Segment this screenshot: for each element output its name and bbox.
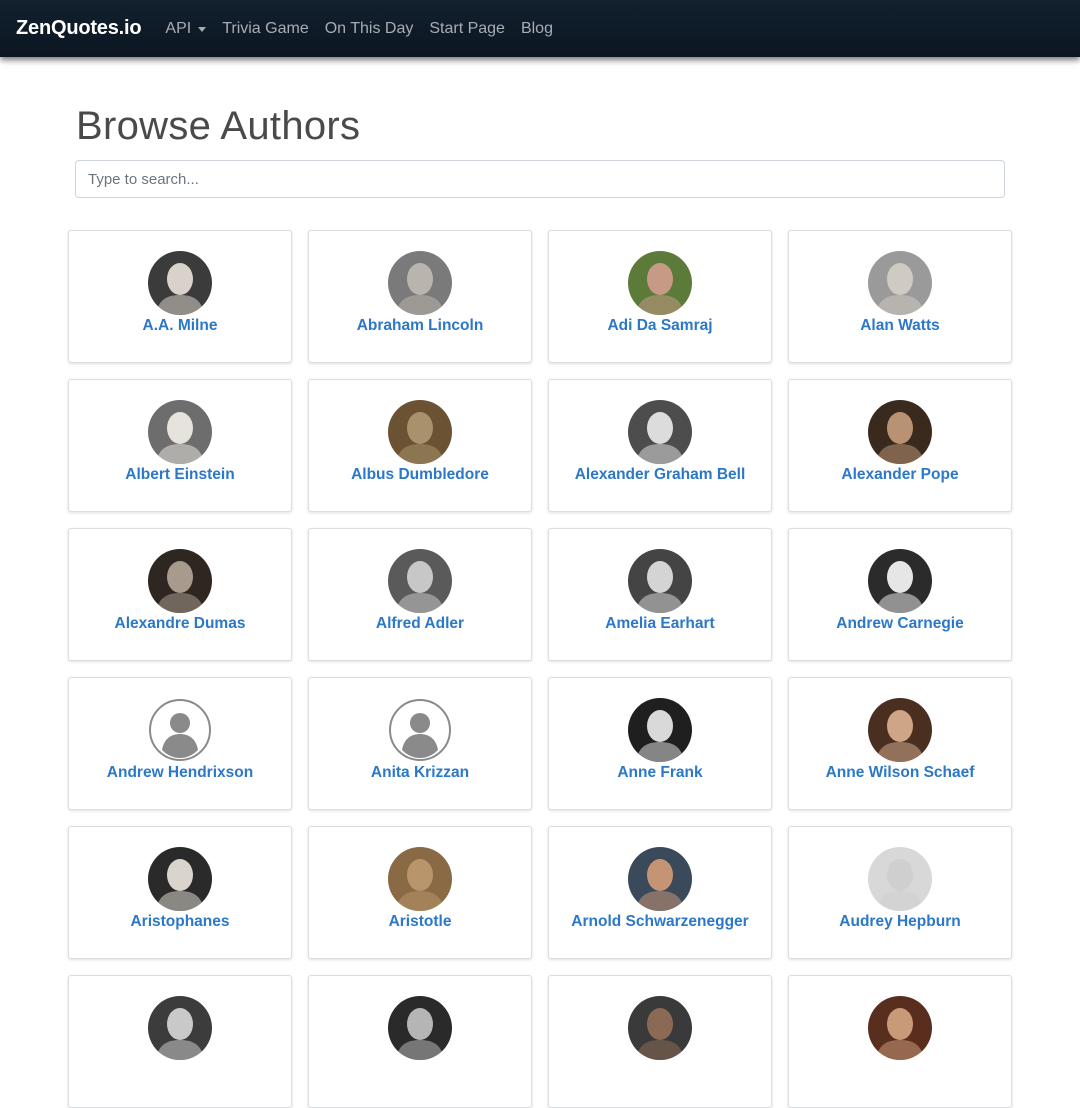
author-card[interactable]: Andrew Hendrixson xyxy=(68,677,292,810)
author-card[interactable]: Adi Da Samraj xyxy=(548,230,772,363)
author-card[interactable] xyxy=(308,975,532,1108)
author-avatar[interactable] xyxy=(868,847,932,911)
search-input[interactable] xyxy=(75,160,1005,198)
author-card[interactable]: Audrey Hepburn xyxy=(788,826,1012,959)
author-avatar[interactable] xyxy=(628,698,692,762)
author-avatar[interactable] xyxy=(388,847,452,911)
author-card[interactable]: Albert Einstein xyxy=(68,379,292,512)
author-name-link[interactable]: Alexandre Dumas xyxy=(69,615,291,633)
author-name-link[interactable]: Andrew Carnegie xyxy=(789,615,1011,633)
author-avatar[interactable] xyxy=(628,996,692,1060)
author-name-link[interactable]: Audrey Hepburn xyxy=(789,913,1011,931)
author-name-link[interactable]: Alexander Pope xyxy=(789,466,1011,484)
author-card[interactable]: Alfred Adler xyxy=(308,528,532,661)
author-avatar[interactable] xyxy=(868,251,932,315)
nav-api-dropdown[interactable]: API xyxy=(165,19,207,38)
author-avatar[interactable] xyxy=(628,847,692,911)
author-card[interactable]: Alexander Pope xyxy=(788,379,1012,512)
author-avatar[interactable] xyxy=(388,251,452,315)
author-grid: A.A. Milne Abraham Lincoln Adi Da Samraj Al… xyxy=(68,230,1012,1108)
nav-blog[interactable]: Blog xyxy=(521,20,553,38)
author-card[interactable]: Alan Watts xyxy=(788,230,1012,363)
author-name-link[interactable]: Albert Einstein xyxy=(69,466,291,484)
author-card[interactable] xyxy=(788,975,1012,1108)
top-navbar: ZenQuotes.io API Trivia Game On This Day… xyxy=(0,0,1080,57)
author-avatar[interactable] xyxy=(868,549,932,613)
author-avatar[interactable] xyxy=(868,698,932,762)
author-card[interactable]: Anne Wilson Schaef xyxy=(788,677,1012,810)
author-avatar[interactable] xyxy=(388,996,452,1060)
author-name-link[interactable]: Aristotle xyxy=(309,913,531,931)
author-name-link[interactable]: A.A. Milne xyxy=(69,317,291,335)
default-user-avatar-icon[interactable] xyxy=(388,698,452,762)
author-avatar[interactable] xyxy=(148,251,212,315)
author-avatar[interactable] xyxy=(148,996,212,1060)
author-name-link[interactable]: Alfred Adler xyxy=(309,615,531,633)
author-card[interactable]: Arnold Schwarzenegger xyxy=(548,826,772,959)
author-name-link[interactable]: Andrew Hendrixson xyxy=(69,764,291,782)
author-card[interactable]: Andrew Carnegie xyxy=(788,528,1012,661)
author-avatar[interactable] xyxy=(868,996,932,1060)
author-card[interactable]: Alexander Graham Bell xyxy=(548,379,772,512)
author-card[interactable]: Alexandre Dumas xyxy=(68,528,292,661)
author-avatar[interactable] xyxy=(628,400,692,464)
author-name-link[interactable]: Abraham Lincoln xyxy=(309,317,531,335)
nav-trivia-game[interactable]: Trivia Game xyxy=(222,20,309,38)
page-title: Browse Authors xyxy=(76,104,361,148)
author-card[interactable]: Anita Krizzan xyxy=(308,677,532,810)
author-name-link[interactable]: Alexander Graham Bell xyxy=(549,466,771,484)
brand-logo-link[interactable]: ZenQuotes.io xyxy=(16,17,142,40)
author-avatar[interactable] xyxy=(148,400,212,464)
author-card[interactable] xyxy=(68,975,292,1108)
author-avatar[interactable] xyxy=(868,400,932,464)
author-name-link[interactable]: Anita Krizzan xyxy=(309,764,531,782)
nav-on-this-day[interactable]: On This Day xyxy=(325,20,414,38)
author-name-link[interactable]: Anne Frank xyxy=(549,764,771,782)
author-avatar[interactable] xyxy=(388,400,452,464)
author-name-link[interactable]: Albus Dumbledore xyxy=(309,466,531,484)
author-name-link[interactable]: Aristophanes xyxy=(69,913,291,931)
author-name-link[interactable]: Adi Da Samraj xyxy=(549,317,771,335)
author-card[interactable]: A.A. Milne xyxy=(68,230,292,363)
author-card[interactable]: Albus Dumbledore xyxy=(308,379,532,512)
author-avatar[interactable] xyxy=(628,251,692,315)
author-card[interactable]: Abraham Lincoln xyxy=(308,230,532,363)
author-card[interactable]: Aristophanes xyxy=(68,826,292,959)
author-avatar[interactable] xyxy=(628,549,692,613)
nav-api-label: API xyxy=(165,19,192,37)
author-avatar[interactable] xyxy=(148,549,212,613)
author-card[interactable]: Amelia Earhart xyxy=(548,528,772,661)
default-user-avatar-icon[interactable] xyxy=(148,698,212,762)
author-card[interactable]: Anne Frank xyxy=(548,677,772,810)
author-card[interactable] xyxy=(548,975,772,1108)
author-avatar[interactable] xyxy=(388,549,452,613)
author-card[interactable]: Aristotle xyxy=(308,826,532,959)
author-name-link[interactable]: Arnold Schwarzenegger xyxy=(549,913,771,931)
author-name-link[interactable]: Amelia Earhart xyxy=(549,615,771,633)
author-name-link[interactable]: Alan Watts xyxy=(789,317,1011,335)
caret-down-icon xyxy=(198,27,207,32)
author-name-link[interactable]: Anne Wilson Schaef xyxy=(789,764,1011,782)
author-avatar[interactable] xyxy=(148,847,212,911)
nav-start-page[interactable]: Start Page xyxy=(429,20,505,38)
